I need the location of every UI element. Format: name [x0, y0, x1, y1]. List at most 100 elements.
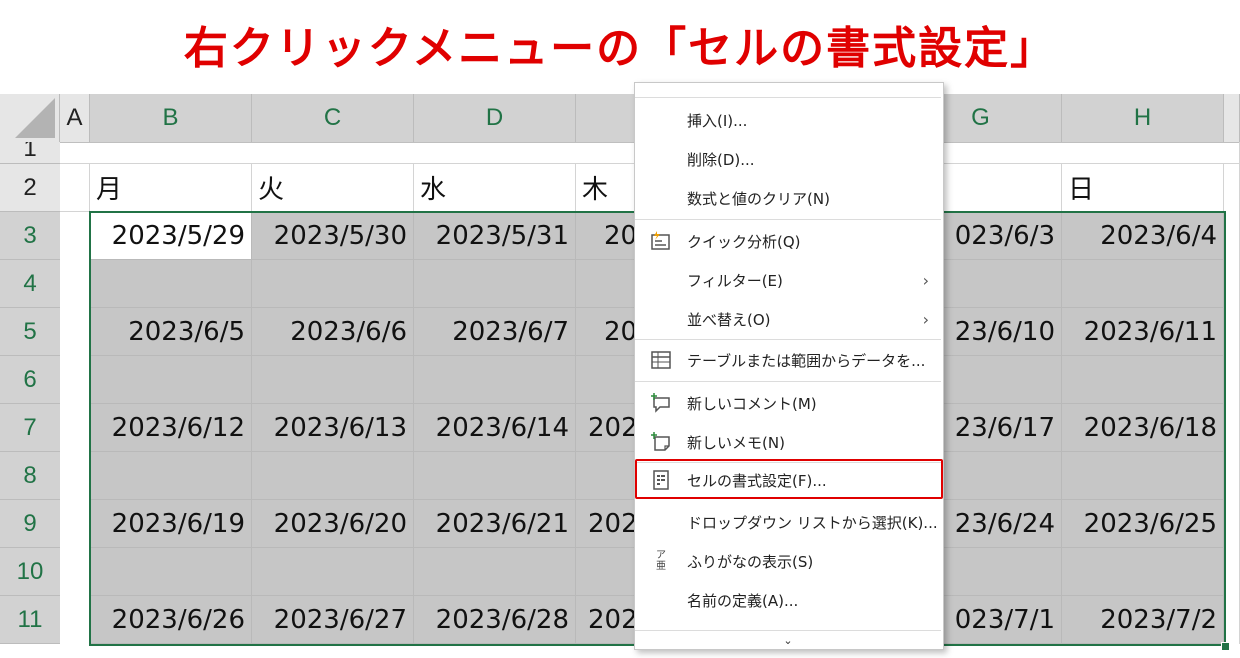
menu-item-label: 新しいコメント(M): [687, 394, 817, 413]
column-header-d[interactable]: D: [414, 94, 576, 142]
cell-h2[interactable]: 日: [1062, 164, 1224, 212]
cell-c2[interactable]: 火: [252, 164, 414, 212]
furigana-icon: ア 亜: [649, 549, 673, 573]
cell-b5[interactable]: 2023/6/5: [90, 308, 252, 356]
cell-d2[interactable]: 水: [414, 164, 576, 212]
cell-h5[interactable]: 2023/6/11: [1062, 308, 1224, 356]
menu-item-sort[interactable]: 並べ替え(O) ›: [635, 300, 941, 338]
cell-h3[interactable]: 2023/6/4: [1062, 212, 1224, 260]
cell-b3[interactable]: 2023/5/29: [90, 212, 252, 260]
cell-b2[interactable]: 月: [90, 164, 252, 212]
menu-item-label: 新しいメモ(N): [687, 433, 785, 452]
column-header-i[interactable]: [1224, 94, 1240, 142]
menu-item-insert[interactable]: 挿入(I)...: [635, 101, 941, 139]
note-icon: [649, 430, 673, 454]
menu-item-label: ふりがなの表示(S): [687, 552, 814, 571]
menu-item-label: 数式と値のクリア(N): [687, 189, 830, 208]
cell-d5[interactable]: 2023/6/7: [414, 308, 576, 356]
cell-d3[interactable]: 2023/5/31: [414, 212, 576, 260]
cell-h7[interactable]: 2023/6/18: [1062, 404, 1224, 452]
cell-d10[interactable]: [414, 548, 576, 596]
highlight-box: [635, 459, 943, 499]
banner-title: 右クリックメニューの「セルの書式設定」: [183, 23, 1057, 74]
cell-d9[interactable]: 2023/6/21: [414, 500, 576, 548]
column-header-b[interactable]: B: [90, 94, 252, 142]
row-header-7[interactable]: 7: [0, 404, 60, 452]
row-header-2[interactable]: 2: [0, 164, 60, 212]
submenu-arrow-icon: ›: [922, 270, 929, 290]
table-icon: [649, 348, 673, 372]
column-a-cells[interactable]: [60, 212, 90, 644]
menu-more-chevron-icon[interactable]: ⌄: [635, 630, 941, 649]
cell-c10[interactable]: [252, 548, 414, 596]
menu-item-label: テーブルまたは範囲からデータを...: [687, 351, 926, 370]
column-header-a[interactable]: A: [60, 94, 90, 142]
cell-b9[interactable]: 2023/6/19: [90, 500, 252, 548]
column-i-cells[interactable]: [1224, 164, 1240, 644]
menu-item-label: 名前の定義(A)...: [687, 591, 799, 610]
menu-item-define-name[interactable]: 名前の定義(A)...: [635, 581, 941, 619]
menu-item-label: ドロップダウン リストから選択(K)...: [687, 513, 938, 532]
cell-d6[interactable]: [414, 356, 576, 404]
cell-c3[interactable]: 2023/5/30: [252, 212, 414, 260]
row-header-11[interactable]: 11: [0, 596, 60, 644]
spreadsheet: A B C D G H 1 2 3 4 5 6 7 8 9 10 11 月 火 …: [0, 94, 1240, 658]
cell-c8[interactable]: [252, 452, 414, 500]
cell-c7[interactable]: 2023/6/13: [252, 404, 414, 452]
menu-item-new-note[interactable]: 新しいメモ(N): [635, 423, 941, 461]
cell-a2[interactable]: [60, 164, 90, 212]
cell-c11[interactable]: 2023/6/27: [252, 596, 414, 644]
cell-h8[interactable]: [1062, 452, 1224, 500]
cell-h10[interactable]: [1062, 548, 1224, 596]
menu-item-label: 並べ替え(O): [687, 310, 771, 329]
cell-c9[interactable]: 2023/6/20: [252, 500, 414, 548]
cell-h9[interactable]: 2023/6/25: [1062, 500, 1224, 548]
menu-item-label: クイック分析(Q): [687, 232, 801, 251]
cell-c6[interactable]: [252, 356, 414, 404]
cell-h4[interactable]: [1062, 260, 1224, 308]
menu-item-new-comment[interactable]: 新しいコメント(M): [635, 384, 941, 422]
menu-item-label: 削除(D)...: [687, 150, 755, 169]
cell-h11[interactable]: 2023/7/2: [1062, 596, 1224, 644]
cell-b11[interactable]: 2023/6/26: [90, 596, 252, 644]
cell-b10[interactable]: [90, 548, 252, 596]
cell-b4[interactable]: [90, 260, 252, 308]
menu-item-filter[interactable]: フィルター(E) ›: [635, 261, 941, 299]
menu-item-pick-from-dropdown[interactable]: ドロップダウン リストから選択(K)...: [635, 503, 941, 541]
row-header-5[interactable]: 5: [0, 308, 60, 356]
cell-b6[interactable]: [90, 356, 252, 404]
cell-h6[interactable]: [1062, 356, 1224, 404]
furigana-bottom-glyph: 亜: [656, 561, 666, 572]
cell-d8[interactable]: [414, 452, 576, 500]
furigana-top-glyph: ア: [656, 550, 666, 561]
menu-item-show-furigana[interactable]: ア 亜 ふりがなの表示(S): [635, 542, 941, 580]
column-header-c[interactable]: C: [252, 94, 414, 142]
column-header-h[interactable]: H: [1062, 94, 1224, 142]
cell-c4[interactable]: [252, 260, 414, 308]
cell-d4[interactable]: [414, 260, 576, 308]
cell-b8[interactable]: [90, 452, 252, 500]
row-header-10[interactable]: 10: [0, 548, 60, 596]
cell-c5[interactable]: 2023/6/6: [252, 308, 414, 356]
row-header-3[interactable]: 3: [0, 212, 60, 260]
row-header-9[interactable]: 9: [0, 500, 60, 548]
menu-item-label: フィルター(E): [687, 271, 783, 290]
row-12-cells[interactable]: [0, 644, 1240, 658]
row-header-8[interactable]: 8: [0, 452, 60, 500]
menu-item-clear-contents[interactable]: 数式と値のクリア(N): [635, 179, 941, 217]
row-header-4[interactable]: 4: [0, 260, 60, 308]
row-header-1[interactable]: 1: [0, 142, 60, 164]
cell-d11[interactable]: 2023/6/28: [414, 596, 576, 644]
cell-b7[interactable]: 2023/6/12: [90, 404, 252, 452]
context-menu: 挿入(I)... 削除(D)... 数式と値のクリア(N) クイック分析(Q) …: [634, 82, 944, 650]
menu-item-label: 挿入(I)...: [687, 111, 748, 130]
cell-d7[interactable]: 2023/6/14: [414, 404, 576, 452]
fill-handle[interactable]: [1221, 642, 1230, 651]
select-all-corner[interactable]: [0, 94, 60, 142]
quick-analysis-icon: [649, 229, 673, 253]
comment-icon: [649, 391, 673, 415]
menu-item-quick-analysis[interactable]: クイック分析(Q): [635, 222, 941, 260]
menu-item-get-data-from-table[interactable]: テーブルまたは範囲からデータを...: [635, 341, 941, 379]
menu-item-delete[interactable]: 削除(D)...: [635, 140, 941, 178]
row-header-6[interactable]: 6: [0, 356, 60, 404]
